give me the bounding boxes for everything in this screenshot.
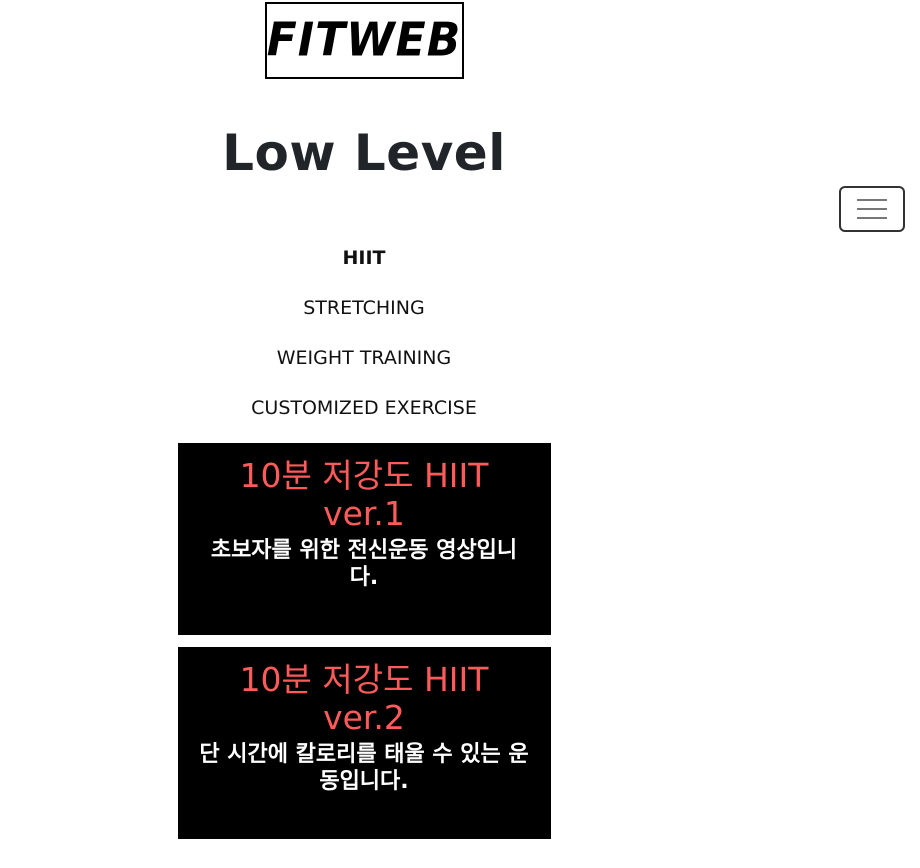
nav-item-weight-training[interactable]: WEIGHT TRAINING	[277, 343, 451, 393]
video-card-list: 10분 저강도 HIIT ver.1 초보자를 위한 전신운동 영상입니다. 1…	[177, 443, 551, 851]
video-card[interactable]: 10분 저강도 HIIT ver.1 초보자를 위한 전신운동 영상입니다.	[177, 443, 551, 635]
main-column: FITWEB Low Level HIIT STRETCHING WEIGHT …	[0, 0, 728, 851]
page-title: Low Level	[222, 124, 506, 182]
nav-item-stretching[interactable]: STRETCHING	[303, 293, 424, 343]
page: FITWEB Low Level HIIT STRETCHING WEIGHT …	[0, 0, 920, 868]
hamburger-menu-icon	[857, 199, 887, 219]
category-nav: HIIT STRETCHING WEIGHT TRAINING CUSTOMIZ…	[251, 243, 477, 443]
navbar-toggler-button[interactable]	[839, 186, 905, 232]
video-card-description: 단 시간에 칼로리를 태울 수 있는 운동입니다.	[199, 742, 529, 794]
video-card-title: 10분 저강도 HIIT ver.2	[239, 660, 489, 737]
video-card-description: 초보자를 위한 전신운동 영상입니다.	[210, 538, 518, 590]
video-card[interactable]: 10분 저강도 HIIT ver.2 단 시간에 칼로리를 태울 수 있는 운동…	[177, 647, 551, 839]
fitweb-logo[interactable]: FITWEB	[264, 2, 464, 79]
nav-item-customized-exercise[interactable]: CUSTOMIZED EXERCISE	[251, 393, 477, 443]
nav-item-hiit[interactable]: HIIT	[342, 243, 385, 293]
logo-text: FITWEB	[266, 13, 462, 68]
video-card-title: 10분 저강도 HIIT ver.1	[239, 456, 489, 533]
